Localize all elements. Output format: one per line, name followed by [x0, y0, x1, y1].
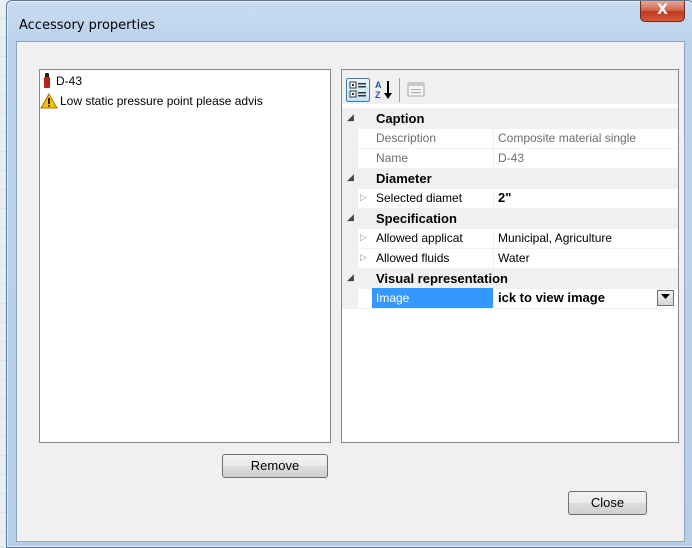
- expand-triangle-icon[interactable]: ▷: [360, 232, 367, 243]
- svg-text:Z: Z: [375, 90, 381, 100]
- sort-az-icon: A Z: [375, 80, 392, 100]
- accessory-properties-dialog: Accessory properties X D-43 Low static p…: [6, 0, 692, 548]
- category-label: Caption: [376, 111, 425, 126]
- property-value: ick to view image: [498, 290, 605, 305]
- category-visual-representation[interactable]: ◢ Visual representation: [342, 268, 678, 289]
- warning-icon: [40, 93, 58, 109]
- dropdown-button[interactable]: [657, 290, 674, 306]
- list-item-accessory[interactable]: D-43: [42, 72, 82, 90]
- expand-triangle-icon[interactable]: ▷: [360, 192, 367, 203]
- category-label: Visual representation: [376, 271, 508, 286]
- remove-button[interactable]: Remove: [222, 454, 328, 478]
- window-close-button[interactable]: X: [640, 1, 685, 22]
- title-bar[interactable]: Accessory properties X: [7, 1, 692, 41]
- property-grid: A Z ◢ Caption Description Composite mate…: [341, 69, 679, 443]
- property-row-allowed-fluids[interactable]: ▷ Allowed fluids Water: [342, 248, 678, 269]
- dialog-title: Accessory properties: [19, 18, 155, 33]
- property-name: Allowed applicat: [376, 231, 463, 245]
- toolbar-separator: [399, 78, 400, 102]
- accessory-list[interactable]: D-43 Low static pressure point please ad…: [39, 69, 331, 443]
- category-label: Diameter: [376, 171, 432, 186]
- property-name: Selected diamet: [376, 191, 463, 205]
- category-caption[interactable]: ◢ Caption: [342, 108, 678, 129]
- dialog-client-area: D-43 Low static pressure point please ad…: [16, 41, 685, 542]
- collapse-triangle-icon[interactable]: ◢: [347, 272, 354, 283]
- property-grid-rows: ◢ Caption Description Composite material…: [342, 108, 678, 442]
- property-pages-icon: [407, 82, 425, 97]
- collapse-triangle-icon[interactable]: ◢: [347, 172, 354, 183]
- property-name: Description: [376, 131, 437, 145]
- property-value: Composite material single: [498, 131, 637, 145]
- category-label: Specification: [376, 211, 457, 226]
- property-name: Name: [376, 151, 409, 165]
- close-button[interactable]: Close: [568, 491, 647, 515]
- category-diameter[interactable]: ◢ Diameter: [342, 168, 678, 189]
- collapse-triangle-icon[interactable]: ◢: [347, 112, 354, 123]
- category-specification[interactable]: ◢ Specification: [342, 208, 678, 229]
- list-item-label: Low static pressure point please advis: [60, 94, 263, 108]
- property-row-image[interactable]: Image ick to view image: [342, 288, 678, 309]
- collapse-triangle-icon[interactable]: ◢: [347, 212, 354, 223]
- property-pages-button[interactable]: [404, 78, 428, 102]
- expand-triangle-icon[interactable]: ▷: [360, 252, 367, 263]
- property-value: D-43: [498, 151, 525, 165]
- property-grid-toolbar: A Z: [342, 70, 678, 104]
- property-value: Water: [498, 251, 530, 265]
- valve-icon: [42, 73, 52, 89]
- property-row-selected-diameter[interactable]: ▷ Selected diamet 2": [342, 188, 678, 209]
- list-item-label: D-43: [56, 74, 83, 88]
- alphabetical-sort-button[interactable]: A Z: [372, 78, 396, 102]
- property-name: Allowed fluids: [376, 251, 450, 265]
- property-value: Municipal, Agriculture: [498, 231, 613, 245]
- property-value: 2": [498, 190, 512, 205]
- property-row-name[interactable]: Name D-43: [342, 148, 678, 169]
- property-row-description[interactable]: Description Composite material single: [342, 128, 678, 149]
- categorized-view-button[interactable]: [346, 78, 370, 102]
- list-item-warning[interactable]: Low static pressure point please advis: [40, 92, 263, 110]
- svg-text:A: A: [375, 80, 382, 90]
- chevron-down-icon: [661, 294, 670, 299]
- property-row-allowed-applications[interactable]: ▷ Allowed applicat Municipal, Agricultur…: [342, 228, 678, 249]
- categorized-icon: [349, 81, 366, 98]
- property-name: Image: [376, 291, 410, 305]
